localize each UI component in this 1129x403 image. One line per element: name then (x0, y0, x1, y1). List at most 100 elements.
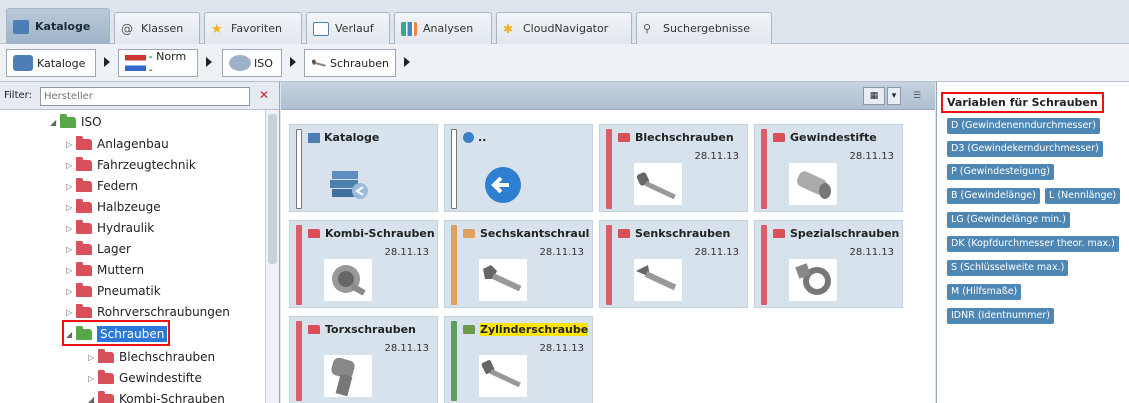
collapse-arrow-icon[interactable]: ▷ (66, 287, 76, 296)
tab-analysen[interactable]: Analysen (394, 12, 492, 44)
scrollbar-thumb[interactable] (268, 114, 277, 264)
tree-node[interactable]: ▷ Anlagenbau (66, 134, 169, 154)
tab-suchergebnisse[interactable]: ⚲ Suchergebnisse (636, 12, 772, 44)
collapse-arrow-icon[interactable]: ▷ (66, 140, 76, 149)
expand-arrow-icon[interactable]: ◢ (50, 118, 60, 127)
tree-node[interactable]: ▷ Federn (66, 176, 138, 196)
tree-scrollbar[interactable] (265, 110, 279, 403)
set-screw-image (789, 163, 837, 205)
tab-klassen[interactable]: @ Klassen (114, 12, 200, 44)
variable-chip[interactable]: DK (Kopfdurchmesser theor. max.) (947, 236, 1119, 252)
tree-node[interactable]: ▷ Blechschrauben (88, 347, 215, 367)
at-icon: @ (121, 21, 133, 36)
catalog-icon (308, 132, 320, 143)
tile-title-text: Sechskantschraul (480, 227, 590, 240)
folder-icon (98, 348, 114, 363)
tile-sechskantschrauben[interactable]: Sechskantschraul 28.11.13 (444, 220, 593, 308)
breadcrumb-item-schrauben[interactable]: Schrauben (304, 49, 396, 77)
tile-date: 28.11.13 (384, 247, 429, 258)
variable-chip[interactable]: S (Schlüsselweite max.) (947, 260, 1069, 276)
folder-icon (773, 229, 785, 238)
collapse-arrow-icon[interactable]: ▷ (66, 161, 76, 170)
tree-node[interactable]: ◢ Kombi-Schrauben (88, 389, 225, 403)
chevron-right-icon[interactable] (290, 57, 296, 67)
tile-title: Spezialschrauben (773, 227, 901, 240)
tree-node[interactable]: ▷ Halbzeuge (66, 197, 161, 217)
tree-node[interactable]: ▷ Hydraulik (66, 218, 154, 238)
tree-node-label: Halbzeuge (97, 200, 161, 214)
folder-icon (60, 113, 76, 128)
collapse-arrow-icon[interactable]: ▷ (66, 308, 76, 317)
breadcrumb-item-iso[interactable]: ISO (222, 49, 282, 77)
tile-senkschrauben[interactable]: Senkschrauben 28.11.13 (599, 220, 748, 308)
catalog-icon (13, 55, 33, 71)
tile-title: Kataloge (308, 131, 436, 144)
eye-bolt-image (789, 259, 837, 301)
folder-icon (76, 156, 92, 171)
chevron-down-icon[interactable]: ▾ (887, 87, 901, 105)
tab-label: Suchergebnisse (663, 22, 751, 35)
collapse-arrow-icon[interactable]: ▷ (66, 266, 76, 275)
variable-chip[interactable]: IDNR (Identnummer) (947, 308, 1054, 324)
variable-chip[interactable]: D (Gewindenenndurchmesser) (947, 118, 1100, 134)
variable-chip[interactable]: M (Hilfsmaße) (947, 284, 1022, 300)
clear-filter-icon[interactable]: ✕ (256, 88, 272, 104)
tree-node[interactable]: ▷ Muttern (66, 260, 144, 280)
tab-verlauf[interactable]: Verlauf (306, 12, 390, 44)
filter-input[interactable] (40, 87, 250, 106)
breadcrumb-item-norm[interactable]: - Norm - (118, 49, 198, 77)
tab-kataloge[interactable]: Kataloge (6, 8, 110, 44)
chevron-right-icon[interactable] (404, 57, 410, 67)
tile-title: Blechschrauben (618, 131, 746, 144)
variable-chip[interactable]: B (Gewindelänge) (947, 188, 1040, 204)
tab-label: Kataloge (35, 20, 91, 33)
collapse-arrow-icon[interactable]: ▷ (88, 374, 98, 383)
tile-title: Sechskantschraul (463, 227, 591, 240)
arrow-left-icon (485, 167, 521, 203)
chevron-right-icon[interactable] (206, 57, 212, 67)
tile-zylinderschrauben[interactable]: Zylinderschraube 28.11.13 (444, 316, 593, 403)
tile-back[interactable]: .. (444, 124, 593, 212)
view-mode-icon[interactable]: ▦ (863, 87, 885, 105)
back-icon (463, 132, 474, 143)
variable-chip[interactable]: D3 (Gewindekerndurchmesser) (947, 141, 1103, 157)
tile-bar (606, 129, 612, 209)
tree-node[interactable]: ▷ Rohrverschraubungen (66, 302, 230, 322)
tile-date: 28.11.13 (694, 247, 739, 258)
collapse-arrow-icon[interactable]: ▷ (66, 224, 76, 233)
variables-title: Variablen für Schrauben (941, 92, 1104, 113)
folder-icon (773, 133, 785, 142)
content-panel: ▦ ▾ ☰ Kataloge .. Blechschrauben 28.11.1… (281, 82, 935, 403)
variable-chip[interactable]: LG (Gewindelänge min.) (947, 212, 1070, 228)
tree-node[interactable]: ▷ Pneumatik (66, 281, 161, 301)
chevron-right-icon[interactable] (104, 57, 110, 67)
tab-favoriten[interactable]: ★ Favoriten (204, 12, 302, 44)
tile-gewindestifte[interactable]: Gewindestifte 28.11.13 (754, 124, 903, 212)
chart-icon (401, 21, 417, 36)
list-view-icon[interactable]: ☰ (907, 87, 927, 105)
folder-icon (618, 229, 630, 238)
collapse-arrow-icon[interactable]: ▷ (66, 245, 76, 254)
collapse-arrow-icon[interactable]: ▷ (66, 203, 76, 212)
tile-date: 28.11.13 (384, 343, 429, 354)
tree-node[interactable]: ▷ Lager (66, 239, 131, 259)
tile-spezialschrauben[interactable]: Spezialschrauben 28.11.13 (754, 220, 903, 308)
tile-torxschrauben[interactable]: Torxschrauben 28.11.13 (289, 316, 438, 403)
tile-blechschrauben[interactable]: Blechschrauben 28.11.13 (599, 124, 748, 212)
breadcrumb-item-kataloge[interactable]: Kataloge (6, 49, 96, 77)
tile-kataloge[interactable]: Kataloge (289, 124, 438, 212)
tile-kombi-schrauben[interactable]: Kombi-Schrauben 28.11.13 (289, 220, 438, 308)
variable-chip[interactable]: P (Gewindesteigung) (947, 164, 1054, 180)
books-icon (330, 171, 368, 199)
expand-arrow-icon[interactable]: ◢ (88, 395, 98, 403)
tab-cloudnavigator[interactable]: ✱ CloudNavigator (496, 12, 632, 44)
catalog-tree: ◢ ISO ▷ Anlagenbau ▷ Fahrzeugtechnik ▷ Fede… (0, 110, 279, 403)
tree-node[interactable]: ▷ Gewindestifte (88, 368, 202, 388)
variable-chip[interactable]: L (Nennlänge) (1045, 188, 1121, 204)
breadcrumb-label: - Norm - (148, 50, 187, 76)
tree-node[interactable]: ▷ Fahrzeugtechnik (66, 155, 196, 175)
collapse-arrow-icon[interactable]: ▷ (88, 353, 98, 362)
collapse-arrow-icon[interactable]: ▷ (66, 182, 76, 191)
folder-icon (308, 229, 320, 238)
tree-node-iso[interactable]: ◢ ISO (50, 112, 102, 132)
